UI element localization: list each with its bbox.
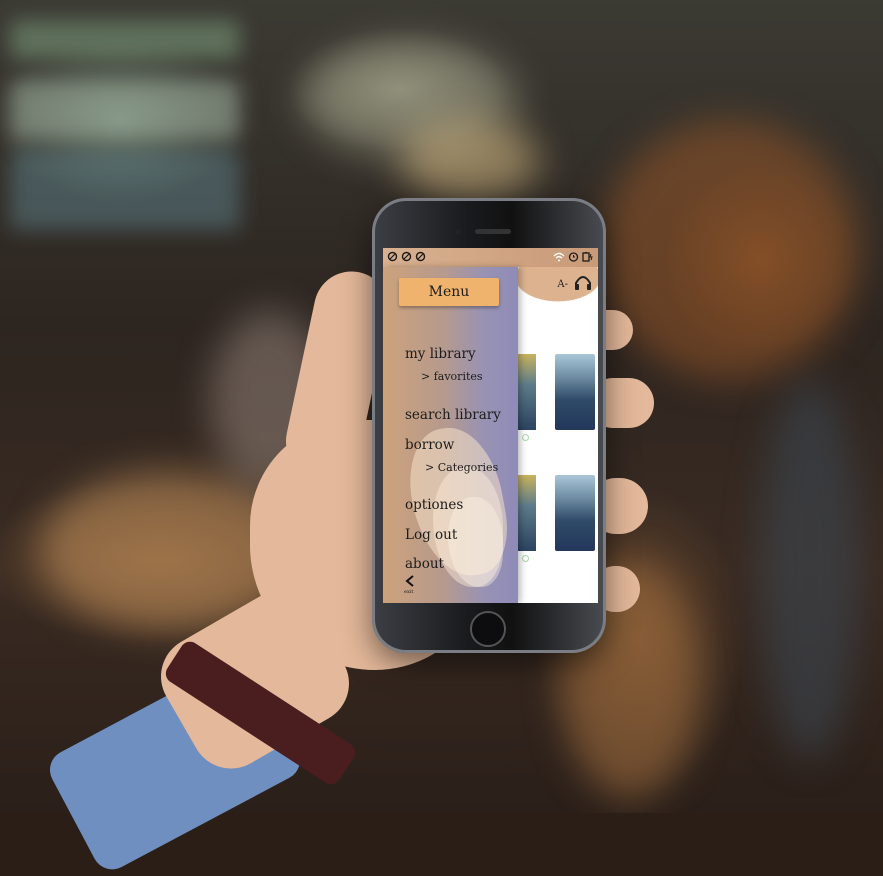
menu-item-about[interactable]: about [405,556,444,572]
background-shelf [10,150,240,230]
front-camera [455,229,461,235]
status-bar [383,248,598,267]
earpiece-speaker [475,229,511,234]
indicator-dot [522,434,529,441]
side-menu: Menu my library > favorites search libra… [383,267,518,603]
status-notifications [387,251,426,264]
background-light [600,120,860,380]
menu-item-log-out[interactable]: Log out [405,527,457,543]
menu-item-optiones[interactable]: optiones [405,497,463,513]
top-toolbar: A- [557,275,592,294]
home-button[interactable] [470,611,506,647]
menu-title: Menu [399,278,499,306]
exit-label[interactable]: exit [404,589,413,595]
notification-icon [401,251,412,264]
background-chair [760,380,860,760]
menu-item-borrow[interactable]: borrow [405,437,454,453]
battery-icon [582,251,594,264]
notification-icon [387,251,398,264]
background-light [400,120,540,200]
library-content: A- [518,267,598,603]
menu-item-categories[interactable]: > Categories [425,461,498,474]
menu-item-my-library[interactable]: my library [405,346,476,362]
notification-icon [415,251,426,264]
alarm-icon [568,251,579,264]
background-shelf [10,80,240,140]
book-cover[interactable] [555,354,595,430]
chevron-left-icon[interactable] [405,575,415,590]
status-system-icons [553,251,594,264]
book-cover[interactable] [518,475,536,551]
menu-item-search-library[interactable]: search library [405,407,501,423]
menu-item-favorites[interactable]: > favorites [421,370,483,383]
indicator-dot [522,555,529,562]
book-cover[interactable] [518,354,536,430]
book-cover[interactable] [555,475,595,551]
phone-screen: A- Menu my library > favorites search li… [383,248,598,603]
text-size-button[interactable]: A- [557,279,568,290]
background-shelf [10,20,240,60]
headphones-icon[interactable] [574,275,592,294]
wifi-icon [553,252,565,264]
